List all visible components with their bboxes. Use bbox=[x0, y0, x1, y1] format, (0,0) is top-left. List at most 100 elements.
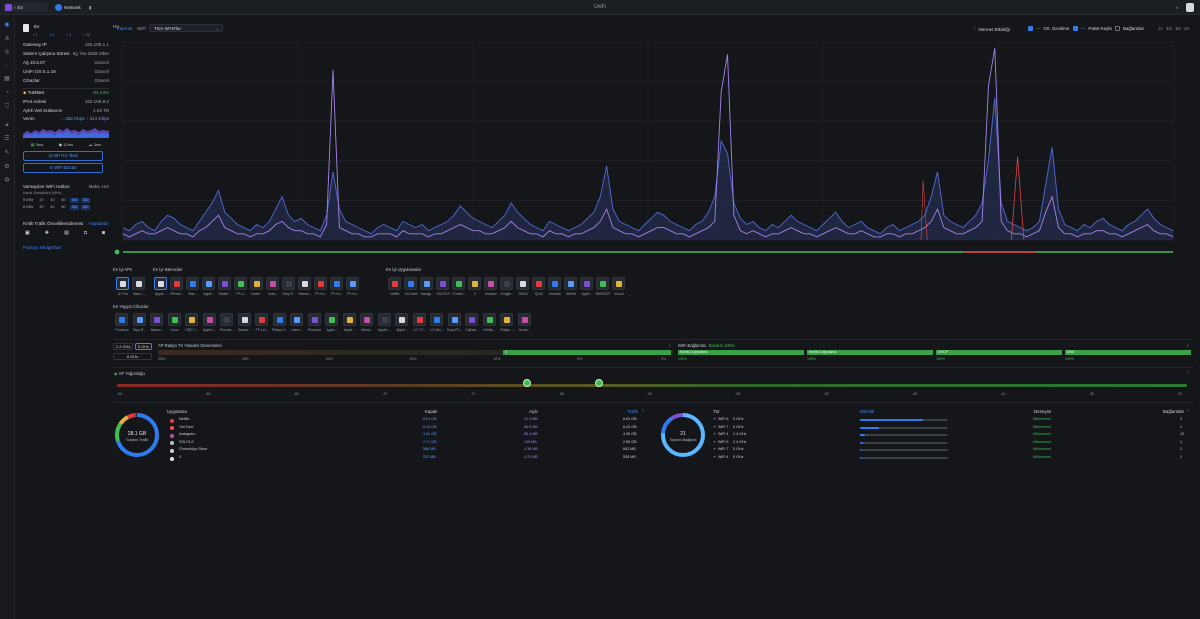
shield-icon[interactable]: ⛉ bbox=[3, 103, 11, 111]
channel-width[interactable]: 320 bbox=[81, 198, 90, 203]
topology-icon[interactable]: ⋔ bbox=[3, 35, 11, 43]
internet-activity-chart[interactable] bbox=[113, 36, 1193, 258]
table-row[interactable] bbox=[167, 417, 642, 424]
item-tile[interactable] bbox=[548, 277, 561, 290]
item-tile[interactable] bbox=[500, 313, 513, 326]
legend-connections[interactable]: Bağlantılar bbox=[1115, 26, 1144, 31]
item-tile[interactable] bbox=[218, 277, 231, 290]
item-tile[interactable] bbox=[330, 277, 343, 290]
item-tile[interactable] bbox=[596, 277, 609, 290]
item-tile[interactable] bbox=[612, 277, 625, 290]
legend-internet[interactable]: ⁝ İnternet Etkinliği bbox=[974, 26, 1010, 32]
item-tile[interactable] bbox=[255, 313, 268, 326]
item-tile[interactable] bbox=[325, 313, 338, 326]
col-experience[interactable]: Deneyim bbox=[1034, 409, 1051, 414]
item-tile[interactable] bbox=[116, 277, 129, 290]
table-row[interactable] bbox=[167, 455, 642, 462]
ap-signal-marker[interactable] bbox=[595, 379, 603, 387]
range-1w[interactable]: 1H bbox=[1175, 26, 1181, 31]
item-tile[interactable] bbox=[202, 277, 215, 290]
item-tile[interactable] bbox=[272, 313, 286, 326]
band-5ghz-button[interactable]: 5 GHz bbox=[135, 343, 152, 350]
item-tile[interactable] bbox=[298, 277, 311, 290]
tx-retries-bar[interactable]: 3 bbox=[503, 350, 671, 355]
item-tile[interactable] bbox=[447, 313, 461, 326]
wifi-doctor-button[interactable]: ≋ WiFi Doctor bbox=[23, 163, 103, 173]
item-tile[interactable] bbox=[234, 277, 247, 290]
configure-link[interactable]: Yapılandır bbox=[88, 221, 109, 227]
item-tile[interactable] bbox=[377, 313, 391, 326]
col-down[interactable]: Kapalı bbox=[425, 409, 437, 414]
band-24ghz-button[interactable]: 2.4 GHz bbox=[113, 343, 133, 350]
item-tile[interactable] bbox=[237, 313, 251, 326]
item-tile[interactable] bbox=[186, 277, 199, 290]
stats-icon[interactable]: ◔ bbox=[3, 89, 11, 97]
item-tile[interactable] bbox=[167, 313, 181, 326]
table-row[interactable] bbox=[713, 417, 1185, 424]
item-tile[interactable] bbox=[500, 277, 513, 290]
list-icon[interactable]: ☰ bbox=[3, 135, 11, 143]
item-tile[interactable] bbox=[420, 277, 433, 290]
item-tile[interactable] bbox=[468, 277, 481, 290]
table-row[interactable] bbox=[167, 447, 642, 454]
col-connections[interactable]: Bağlantılar bbox=[1163, 409, 1184, 414]
col-activity[interactable]: Etkinlik bbox=[860, 409, 874, 414]
voice-icon[interactable]: ✚ bbox=[45, 230, 49, 236]
chevron-right-icon[interactable]: › bbox=[1187, 370, 1189, 376]
item-tile[interactable] bbox=[314, 277, 327, 290]
item-tile[interactable] bbox=[282, 277, 295, 290]
manage-widgets-link[interactable]: Panoyu Widget'ları bbox=[23, 245, 61, 250]
item-tile[interactable] bbox=[346, 277, 359, 290]
legend-packet-loss[interactable]: — Paket Kaybı bbox=[1073, 26, 1112, 31]
item-tile[interactable] bbox=[517, 313, 531, 326]
item-tile[interactable] bbox=[532, 277, 545, 290]
chevron-right-icon[interactable]: › bbox=[669, 343, 671, 349]
dashboard-icon[interactable]: ◉ bbox=[3, 21, 11, 29]
item-tile[interactable] bbox=[482, 313, 496, 326]
channel-width[interactable]: 80 bbox=[59, 205, 68, 210]
channel-width[interactable]: 320 bbox=[81, 205, 90, 210]
range-1h[interactable]: 1s bbox=[1158, 26, 1163, 31]
item-tile[interactable] bbox=[436, 277, 449, 290]
item-tile[interactable] bbox=[154, 277, 167, 290]
item-tile[interactable] bbox=[430, 313, 443, 326]
game-icon[interactable]: ▤ bbox=[64, 230, 69, 236]
gear-icon[interactable]: ⚙ bbox=[3, 163, 11, 171]
item-tile[interactable] bbox=[185, 313, 198, 326]
channel-width[interactable]: 80 bbox=[59, 198, 68, 203]
avatar[interactable] bbox=[1186, 3, 1194, 12]
item-tile[interactable] bbox=[220, 313, 233, 326]
channel-width[interactable]: 160 bbox=[70, 205, 79, 210]
item-tile[interactable] bbox=[250, 277, 263, 290]
item-tile[interactable] bbox=[202, 313, 216, 326]
cloud-icon[interactable]: ◘ bbox=[84, 230, 87, 236]
chevron-right-icon[interactable]: › bbox=[1187, 408, 1189, 414]
clients-icon[interactable]: ◌ bbox=[3, 62, 11, 70]
table-row[interactable] bbox=[713, 440, 1185, 447]
speed-test-button[interactable]: ◷ ISP Hız Testi bbox=[23, 151, 103, 161]
col-traffic[interactable]: Trafik bbox=[627, 409, 638, 414]
table-row[interactable] bbox=[713, 455, 1185, 462]
devices-icon[interactable]: ◎ bbox=[3, 48, 11, 56]
col-up[interactable]: Açık bbox=[529, 409, 538, 414]
video-icon[interactable]: ▣ bbox=[25, 230, 30, 236]
col-type[interactable]: Tür bbox=[713, 409, 720, 414]
wan-select[interactable]: Tüm WAN'lar ⌄ bbox=[149, 24, 223, 32]
item-tile[interactable] bbox=[580, 277, 593, 290]
channel-width[interactable]: 20 bbox=[37, 205, 46, 210]
tab-wifi[interactable]: WiFi bbox=[137, 26, 146, 31]
item-tile[interactable] bbox=[516, 277, 529, 290]
conn-step-bar[interactable]: Kimlik Doğrulama bbox=[678, 350, 804, 355]
table-row[interactable] bbox=[167, 425, 642, 432]
theme-toggle-icon[interactable]: ◐ bbox=[1174, 3, 1182, 12]
table-row[interactable] bbox=[713, 425, 1185, 432]
channel-width[interactable]: 40 bbox=[48, 198, 57, 203]
item-tile[interactable] bbox=[150, 313, 163, 326]
item-tile[interactable] bbox=[404, 277, 417, 290]
legend-latency[interactable]: — Ort. Gecikme bbox=[1028, 26, 1069, 31]
support-icon[interactable]: ◍ bbox=[3, 176, 11, 184]
table-row[interactable] bbox=[713, 447, 1185, 454]
table-row[interactable] bbox=[167, 432, 642, 439]
item-tile[interactable] bbox=[170, 277, 183, 290]
conn-step-bar[interactable]: Kimlik Doğrulama bbox=[807, 350, 933, 355]
